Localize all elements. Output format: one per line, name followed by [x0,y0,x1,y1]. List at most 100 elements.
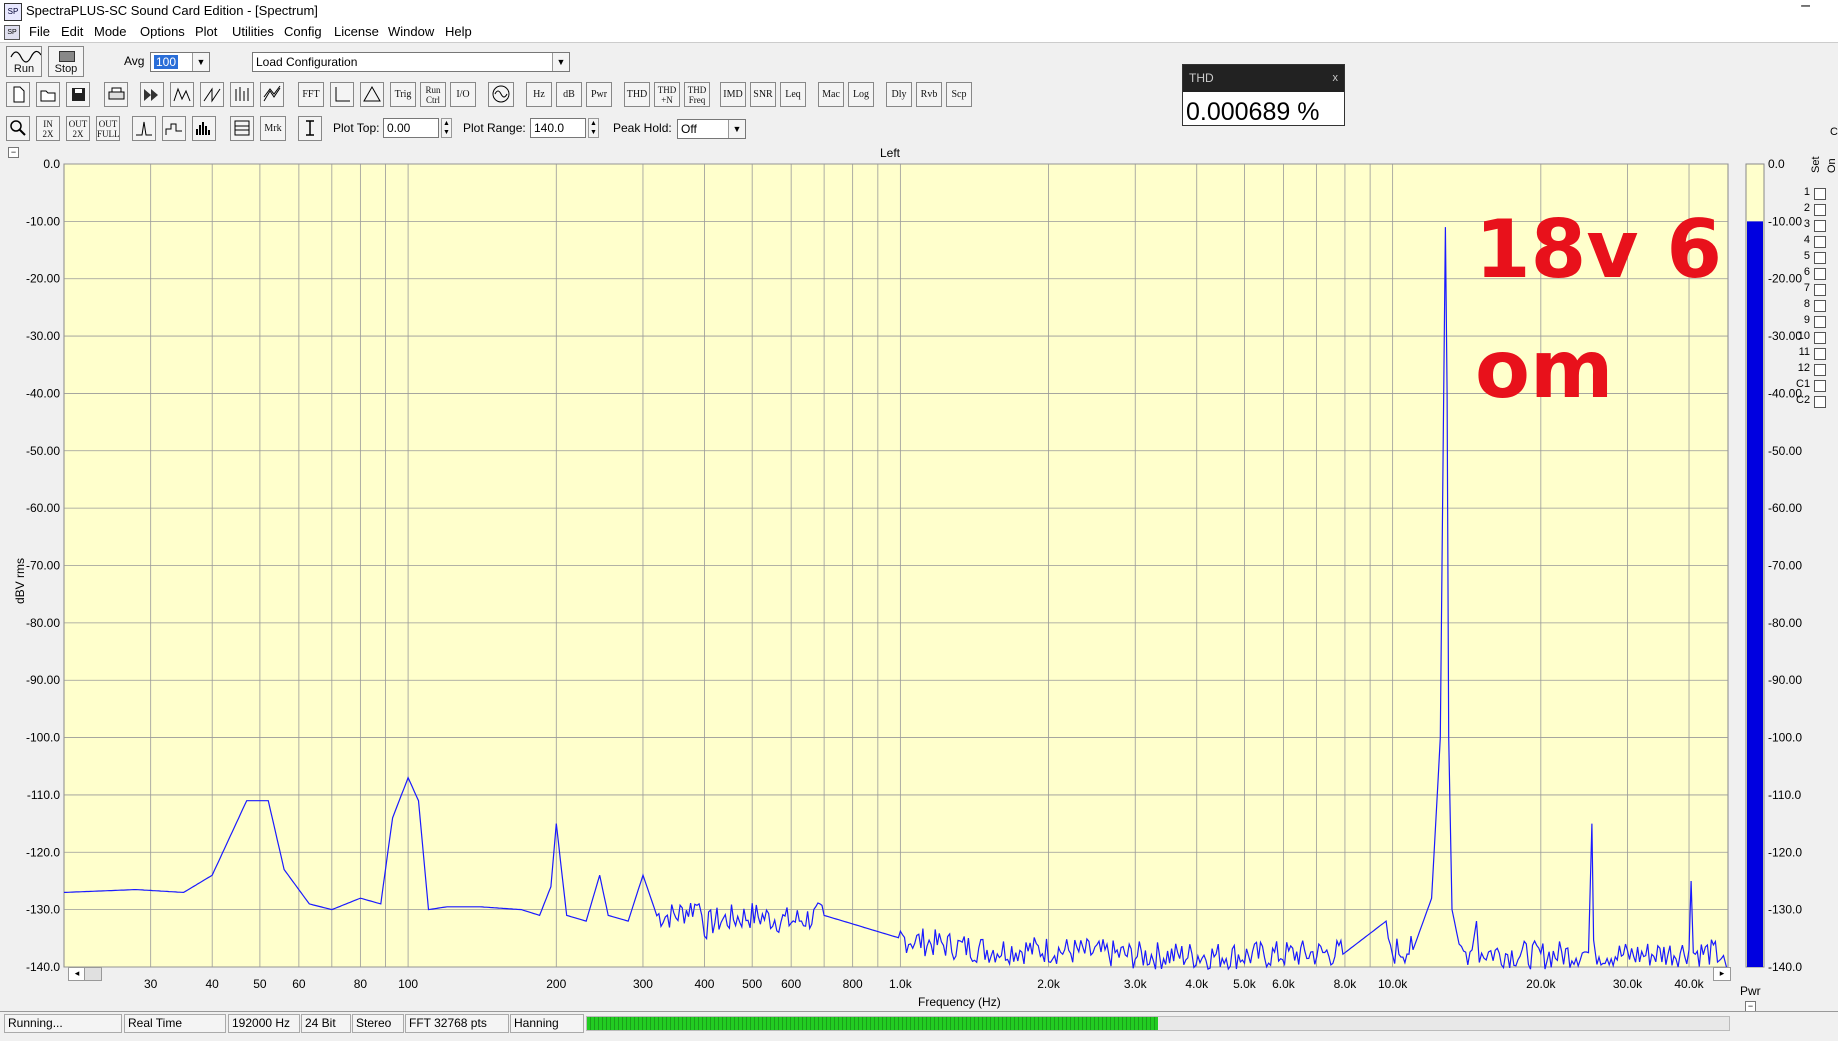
print-button[interactable] [104,82,128,107]
app-icon[interactable]: SP [4,3,22,21]
fft-button[interactable]: FFT [298,82,324,107]
set-row-label: 9 [1803,314,1810,326]
avg-select[interactable]: 100 ▼ [150,52,210,72]
thd-button[interactable]: THD [624,82,650,107]
run-ctrl-button[interactable]: Run Ctrl [420,82,446,107]
y-tick-label: -50.00 [26,444,60,458]
input-level-fill [587,1017,1158,1030]
bar-plot-button[interactable] [192,116,216,141]
mac-button[interactable]: Mac [818,82,844,107]
zoom-out-full-button[interactable]: OUT FULL [96,116,120,141]
close-icon[interactable]: x [1333,72,1339,84]
set-row-checkbox[interactable] [1814,380,1826,392]
ramp-icon [203,87,221,103]
set-row-checkbox[interactable] [1814,268,1826,280]
imd-button[interactable]: IMD [720,82,746,107]
ramp-button[interactable] [200,82,224,107]
set-row-checkbox[interactable] [1814,364,1826,376]
scp-button[interactable]: Scp [946,82,972,107]
trig-button[interactable]: Trig [390,82,416,107]
run-button[interactable]: Run [6,46,42,77]
menu-utilities[interactable]: Utilities [232,24,274,39]
menu-file[interactable]: File [29,24,50,39]
x-tick-label: 500 [742,977,762,991]
log-button[interactable]: Log [848,82,874,107]
save-button[interactable] [66,82,90,107]
set-row-checkbox[interactable] [1814,188,1826,200]
menu-window[interactable]: Window [388,24,434,39]
3d-plot-button[interactable] [260,82,284,107]
menu-options[interactable]: Options [140,24,185,39]
plot-range-spinner[interactable]: ▲ ▼ [588,118,599,138]
set-row-label: 6 [1803,266,1810,278]
set-row-checkbox[interactable] [1814,204,1826,216]
generator-button[interactable] [488,82,514,107]
run-label: Run [13,63,35,75]
mdi-document-icon[interactable]: SP [4,25,20,40]
menu-edit[interactable]: Edit [61,24,83,39]
peak-hold-select[interactable]: Off ▼ [677,119,746,139]
leq-button[interactable]: Leq [780,82,806,107]
y-tick-label: -120.0 [26,845,60,859]
pwr-button[interactable]: Pwr [586,82,612,107]
snr-button[interactable]: SNR [750,82,776,107]
thd-readout-window[interactable]: THD x 0.000689 % [1182,64,1345,126]
power-meter-bar [1747,221,1763,967]
minimize-button[interactable]: – [1801,0,1810,15]
rvb-button[interactable]: Rvb [916,82,942,107]
menu-help[interactable]: Help [445,24,472,39]
peak-hold-value: Off [681,122,697,136]
zoom-in-2x-button[interactable]: IN 2X [36,116,60,141]
marker-button[interactable]: Mrk [260,116,286,141]
thd-freq-button[interactable]: THD Freq [684,82,710,107]
waterfall-button[interactable] [230,82,254,107]
line-plot-button[interactable] [132,116,156,141]
set-row-checkbox[interactable] [1814,396,1826,408]
plot-top-input[interactable]: 0.00 [383,118,439,138]
y-tick-label: -40.00 [26,386,60,400]
set-row-checkbox[interactable] [1814,284,1826,296]
new-file-button[interactable] [6,82,30,107]
zoom-out-2x-button[interactable]: OUT 2X [66,116,90,141]
spectrum-tool-button[interactable] [170,82,194,107]
menu-license[interactable]: License [334,24,379,39]
thd-n-button[interactable]: THD +N [654,82,680,107]
triangle-tool-button[interactable] [360,82,384,107]
thd-window-titlebar[interactable]: THD x [1183,65,1344,92]
line-plot-icon [136,121,152,136]
config-select[interactable]: Load Configuration ▼ [252,52,570,72]
set-row-checkbox[interactable] [1814,220,1826,232]
cursor-button[interactable] [298,116,322,141]
open-file-button[interactable] [36,82,60,107]
io-button[interactable]: I/O [450,82,476,107]
hz-button[interactable]: Hz [526,82,552,107]
scroll-right-button[interactable]: ▸ [1713,967,1731,981]
menu-config[interactable]: Config [284,24,322,39]
x-tick-label: 10.0k [1378,977,1408,991]
stop-button[interactable]: Stop [48,46,84,77]
set-row-checkbox[interactable] [1814,316,1826,328]
set-row-checkbox[interactable] [1814,236,1826,248]
zoom-button[interactable] [6,116,30,141]
plot-top-spinner[interactable]: ▲ ▼ [441,118,452,138]
set-row-checkbox[interactable] [1814,348,1826,360]
set-row-label: C2 [1796,394,1811,406]
plot-range-input[interactable]: 140.0 [530,118,586,138]
axis-button[interactable] [330,82,354,107]
menu-mode[interactable]: Mode [94,24,127,39]
y-tick-label: -70.00 [26,559,60,573]
avg-value: 100 [154,55,179,69]
menu-plot[interactable]: Plot [195,24,217,39]
dly-button[interactable]: Dly [886,82,912,107]
toolbar-row-3: IN 2X OUT 2X OUT FULL Mrk Plot Top: 0.00… [0,116,1838,144]
set-row-checkbox[interactable] [1814,332,1826,344]
scroll-thumb[interactable] [84,967,102,981]
set-row-checkbox[interactable] [1814,300,1826,312]
step-plot-button[interactable] [162,116,186,141]
db-button[interactable]: dB [556,82,582,107]
grid-button[interactable] [230,116,254,141]
power-tick-label: -130.0 [1768,903,1802,917]
set-row-checkbox[interactable] [1814,252,1826,264]
fast-forward-button[interactable] [140,82,164,107]
toolbar-row-1: Run Stop Avg 100 ▼ Load Configuration ▼ [0,44,1838,78]
